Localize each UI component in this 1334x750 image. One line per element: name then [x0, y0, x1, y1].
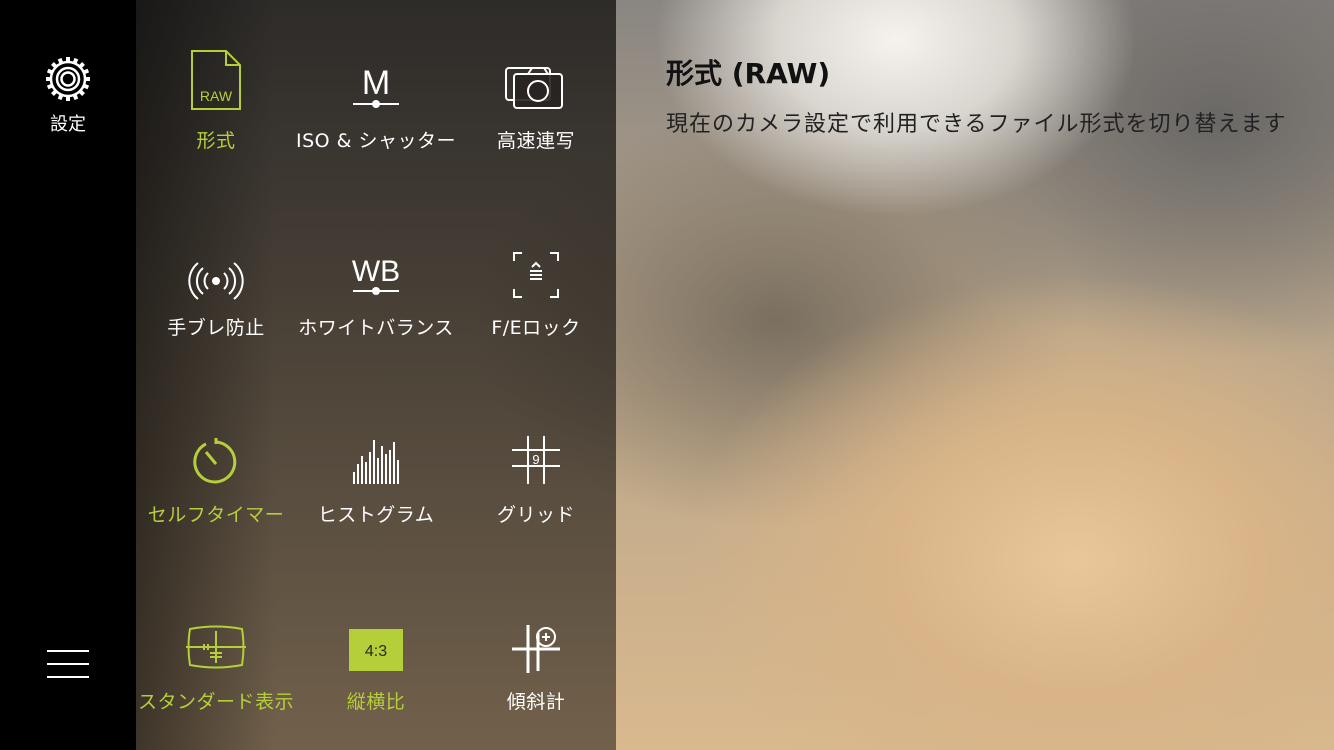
description-body: 現在のカメラ設定で利用できるファイル形式を切り替えます	[666, 112, 1287, 137]
tile-aspect-ratio[interactable]: 4:3 縦横比	[296, 611, 456, 731]
burst-camera-icon	[505, 67, 563, 109]
tile-self-timer[interactable]: セルフタイマー	[136, 424, 296, 544]
menu-button[interactable]	[46, 648, 90, 680]
aspect-ratio-icon-text: 4:3	[365, 643, 387, 660]
inclinometer-icon	[512, 625, 560, 673]
sidebar: 設定	[0, 0, 136, 750]
stabilizer-icon	[188, 262, 244, 300]
tile-histogram[interactable]: ヒストグラム	[296, 424, 456, 544]
tile-burst[interactable]: 高速連写	[456, 50, 616, 170]
tile-inclinometer[interactable]: 傾斜計	[456, 611, 616, 731]
hamburger-menu-icon	[47, 650, 89, 678]
standard-view-icon	[186, 625, 246, 669]
tile-white-balance[interactable]: WB ホワイトバランス	[296, 237, 456, 357]
tile-standard-view[interactable]: スタンダード表示	[136, 611, 296, 731]
aspect-ratio-icon: 4:3	[349, 629, 403, 671]
tile-label: グリッド	[496, 504, 575, 526]
focus-exposure-lock-icon	[513, 252, 559, 298]
camera-settings-screen: 設定 RAW 形式 M ISO & シャッター 高速連写 手ブレ防止 WB ホワ…	[0, 0, 1334, 750]
tile-stabilizer[interactable]: 手ブレ防止	[136, 237, 296, 357]
description-panel: 形式 (RAW) 現在のカメラ設定で利用できるファイル形式を切り替えます	[666, 52, 1296, 140]
gear-icon	[46, 57, 90, 101]
tile-label: 傾斜計	[506, 691, 566, 713]
settings-button[interactable]: 設定	[34, 56, 102, 140]
manual-iso-icon: M	[353, 64, 399, 108]
white-balance-icon: WB	[352, 255, 400, 295]
raw-file-icon: RAW	[191, 50, 241, 110]
grid-icon: 9	[512, 436, 560, 484]
tile-label: 高速連写	[496, 130, 575, 152]
settings-label: 設定	[50, 114, 86, 135]
timer-icon	[193, 438, 237, 484]
raw-icon-text: RAW	[200, 88, 233, 104]
tile-label: F/Eロック	[491, 317, 581, 339]
grid-icon-text: 9	[532, 452, 539, 467]
tile-iso-shutter[interactable]: M ISO & シャッター	[296, 50, 456, 170]
tile-fe-lock[interactable]: F/Eロック	[456, 237, 616, 357]
wb-icon-text: WB	[352, 255, 400, 288]
description-title: 形式 (RAW)	[666, 57, 831, 90]
tile-format[interactable]: RAW 形式	[136, 50, 296, 170]
histogram-icon	[353, 440, 399, 484]
tile-grid[interactable]: 9 グリッド	[456, 424, 616, 544]
manual-icon-text: M	[362, 64, 390, 102]
